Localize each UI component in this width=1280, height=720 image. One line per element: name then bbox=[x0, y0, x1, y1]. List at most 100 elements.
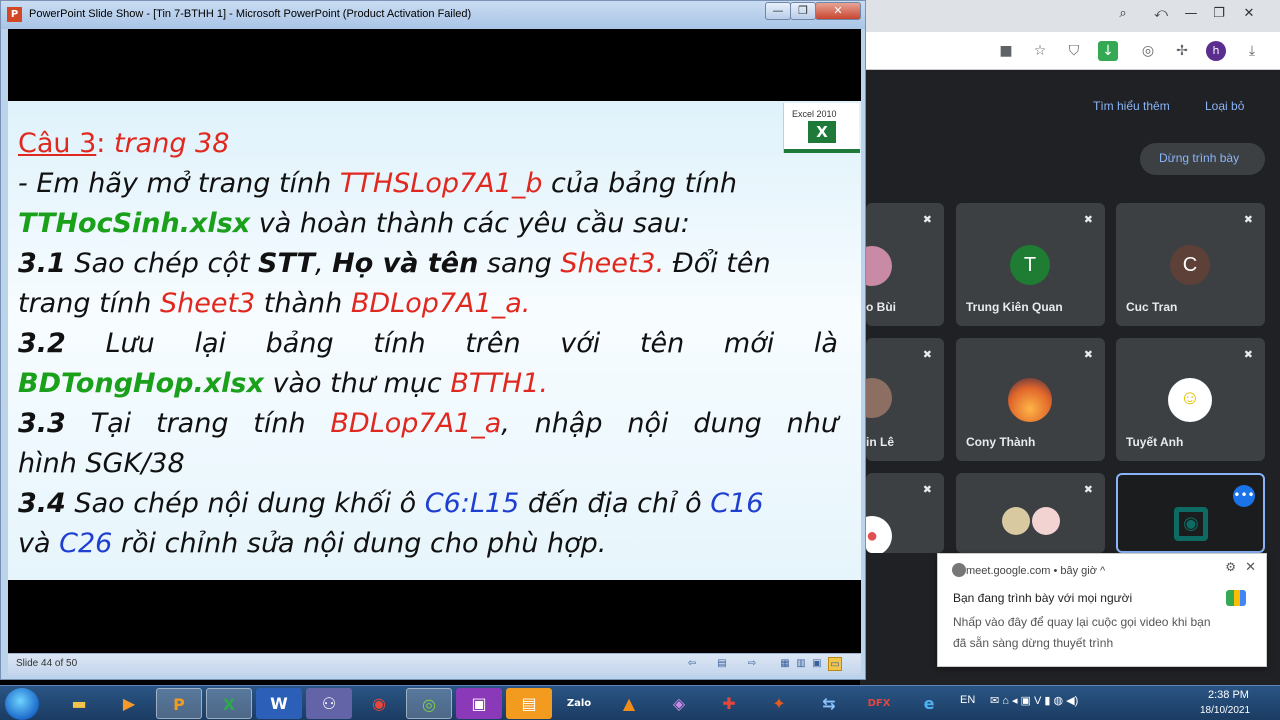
media-player-icon[interactable]: ▶ bbox=[106, 688, 152, 719]
camera-icon[interactable]: ■ bbox=[996, 41, 1016, 61]
settings-gear-icon[interactable]: ⚙ bbox=[1225, 560, 1236, 574]
minimize-button[interactable]: — bbox=[765, 2, 791, 20]
participant-name: Cuc Tran bbox=[1126, 300, 1178, 314]
filezilla-icon[interactable]: ✦ bbox=[756, 688, 802, 719]
zalo-icon[interactable]: Zalo bbox=[556, 688, 602, 719]
greenshot-icon[interactable]: ◎ bbox=[406, 688, 452, 719]
participant-tile[interactable]: ✖ ☺ Tuyết Anh bbox=[1116, 338, 1265, 461]
avatar bbox=[1002, 507, 1030, 535]
participant-tile[interactable]: ✖ ● oc bbox=[866, 473, 944, 553]
bookmark-star-icon[interactable]: ☆ bbox=[1030, 41, 1050, 61]
slide-line: 3.1 Sao chép cột STT, Họ và tên sang She… bbox=[18, 248, 771, 279]
shield-icon[interactable]: ⛉ bbox=[1064, 41, 1084, 61]
maximize-button[interactable]: ❐ bbox=[790, 2, 816, 20]
text-run: Sao chép nội dung khối ô bbox=[65, 488, 425, 519]
next-slide-icon[interactable]: ⇨ bbox=[745, 657, 759, 671]
slideshow-view-icon[interactable]: ▭ bbox=[828, 657, 842, 671]
participant-tile[interactable]: ✖ bbox=[956, 473, 1105, 553]
logo-bar bbox=[784, 149, 860, 153]
learn-more-link[interactable]: Tìm hiểu thêm bbox=[1093, 99, 1170, 113]
back-icon[interactable]: ⤺ bbox=[1148, 4, 1174, 24]
taskbar: ▬ ▶ P X W ⚇ ◉ ◎ ▣ ▤ Zalo ▲ ◈ ✚ ✦ ⇆ DFX e… bbox=[0, 685, 1280, 720]
search-tabs-icon[interactable]: ⌕ bbox=[1110, 4, 1136, 24]
text-run: trang bbox=[155, 408, 229, 439]
more-options-icon[interactable]: ••• bbox=[1233, 485, 1255, 507]
stop-presenting-button[interactable]: Dừng trình bày bbox=[1140, 143, 1265, 175]
tray-icons[interactable]: ✉ ⌂ ◂ ▣ V ▮ ◍ ◀) bbox=[990, 694, 1078, 707]
slide-sorter-icon[interactable]: ▥ bbox=[794, 657, 808, 671]
participant-tile[interactable]: ✖ C Cuc Tran bbox=[1116, 203, 1265, 326]
slide-line: 3.2 Lưu lại bảng tính trên với tên mới l… bbox=[18, 328, 838, 359]
start-button[interactable] bbox=[5, 688, 39, 720]
teamviewer-icon[interactable]: ⇆ bbox=[806, 688, 852, 719]
text-run: tên bbox=[639, 328, 685, 359]
participant-tile[interactable]: ✖ Cony Thành bbox=[956, 338, 1105, 461]
reading-view-icon[interactable]: ▣ bbox=[810, 657, 824, 671]
chrome-icon[interactable]: ◉ bbox=[356, 688, 402, 719]
sheet-name: TTHSLop7A1_b bbox=[339, 168, 543, 199]
text-run: nhập bbox=[534, 408, 603, 439]
powerpoint-icon[interactable]: P bbox=[156, 688, 202, 719]
normal-view-icon[interactable]: ▦ bbox=[778, 657, 792, 671]
excel-icon[interactable]: X bbox=[206, 688, 252, 719]
slide[interactable]: Excel 2010 X Câu 3: trang 38 - Em hãy mở… bbox=[8, 101, 861, 580]
close-notification-icon[interactable]: ✕ bbox=[1245, 559, 1256, 575]
menu-icon[interactable]: ▤ bbox=[715, 657, 729, 671]
pdf-icon[interactable]: ▤ bbox=[506, 688, 552, 719]
text-run: là bbox=[813, 328, 838, 359]
powerpoint-app-icon: P bbox=[7, 7, 22, 22]
avatar bbox=[1032, 507, 1060, 535]
word-icon[interactable]: W bbox=[256, 688, 302, 719]
mic-off-icon: ✖ bbox=[1243, 213, 1253, 226]
ultraviewer-icon[interactable]: ✚ bbox=[706, 688, 752, 719]
puzzle-icon[interactable]: ✢ bbox=[1172, 41, 1192, 61]
mic-off-icon: ✖ bbox=[1243, 348, 1253, 361]
presentation-tile[interactable]: ••• ◉ bbox=[1116, 473, 1265, 553]
vlc-icon[interactable]: ▲ bbox=[606, 688, 652, 719]
text-run: bảng bbox=[265, 328, 334, 359]
close-icon[interactable]: ✕ bbox=[1236, 4, 1262, 24]
logo-text: Excel 2010 bbox=[792, 109, 837, 119]
avatar: C bbox=[1170, 245, 1210, 285]
slide-line: BDTongHop.xlsx vào thư mục BTTH1. bbox=[18, 368, 548, 399]
text-run: : bbox=[96, 128, 114, 159]
profile-avatar[interactable]: h bbox=[1206, 41, 1226, 61]
explorer-icon[interactable]: ▬ bbox=[56, 688, 102, 719]
sheet-name: Sheet3. bbox=[560, 248, 665, 279]
language-indicator[interactable]: EN bbox=[960, 694, 975, 706]
ocam-icon[interactable]: DFX bbox=[856, 688, 902, 719]
slide-line: và C26 rồi chỉnh sửa nội dung cho phù hợ… bbox=[18, 528, 606, 559]
file-name: BDTongHop.xlsx bbox=[18, 368, 264, 399]
download-icon[interactable]: ⤓ bbox=[1242, 41, 1262, 61]
paint-icon[interactable]: ◈ bbox=[656, 688, 702, 719]
previous-slide-icon[interactable]: ⇦ bbox=[685, 657, 699, 671]
text-run: , bbox=[314, 248, 333, 279]
text-run: Lưu bbox=[105, 328, 155, 359]
clock-date[interactable]: 18/10/2021 bbox=[1200, 705, 1250, 716]
chrome-notification[interactable]: meet.google.com • bây giờ ^ ⚙ ✕ Bạn đang… bbox=[937, 553, 1267, 667]
text-run: lại bbox=[194, 328, 226, 359]
download-extension-icon[interactable]: ↓ bbox=[1098, 41, 1118, 61]
participant-tile[interactable]: ✖ T Trung Kiên Quan bbox=[956, 203, 1105, 326]
step-number: 3.3 bbox=[18, 408, 66, 439]
avatar: ● bbox=[866, 516, 892, 553]
participant-name: o Bùi bbox=[866, 300, 896, 314]
clock-time[interactable]: 2:38 PM bbox=[1208, 689, 1249, 701]
text-run: trang tính bbox=[18, 288, 160, 319]
minimize-icon[interactable]: — bbox=[1178, 4, 1204, 24]
internet-explorer-icon[interactable]: e bbox=[906, 688, 952, 719]
participant-tile[interactable]: ✖ in Lê bbox=[866, 338, 944, 461]
dismiss-link[interactable]: Loại bỏ bbox=[1205, 99, 1244, 113]
participant-tile[interactable]: ✖ o Bùi bbox=[866, 203, 944, 326]
present-screen-icon: ◉ bbox=[1174, 507, 1208, 541]
sheet-name: BDLop7A1_a. bbox=[350, 288, 531, 319]
text-run: mới bbox=[723, 328, 775, 359]
screen-record-icon[interactable]: ▣ bbox=[456, 688, 502, 719]
close-button[interactable]: ✕ bbox=[815, 2, 861, 20]
mic-off-icon: ✖ bbox=[922, 483, 932, 496]
cell-ref: C26 bbox=[59, 528, 113, 559]
extension-icon[interactable]: ◎ bbox=[1138, 41, 1158, 61]
restore-icon[interactable]: ❐ bbox=[1206, 4, 1232, 24]
text-run: nội bbox=[627, 408, 669, 439]
teams-icon[interactable]: ⚇ bbox=[306, 688, 352, 719]
